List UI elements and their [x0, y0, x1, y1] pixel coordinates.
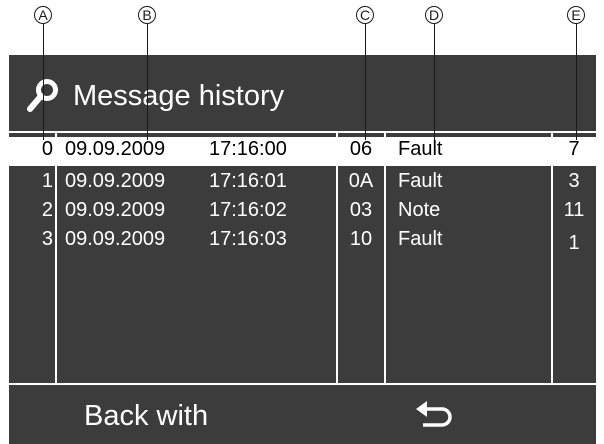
- return-arrow-icon[interactable]: [414, 394, 458, 434]
- row-type: Fault: [398, 170, 443, 192]
- row-time: 17:16:02: [209, 199, 287, 221]
- page-title: Message history: [73, 80, 285, 112]
- row-code: 03: [349, 199, 373, 221]
- device-screen: Message history 0 09.09.2009 17:16:00 06…: [9, 55, 596, 444]
- row-count: 3: [568, 170, 580, 192]
- row-index: 3: [41, 228, 53, 250]
- row-count: 1: [568, 232, 580, 254]
- row-time: 17:16:00: [209, 138, 287, 160]
- row-count: 7: [568, 138, 580, 160]
- row-type: Fault: [398, 228, 443, 250]
- row-type: Note: [398, 199, 441, 221]
- header-divider: [9, 131, 596, 133]
- callout-a: A: [34, 6, 52, 24]
- callout-c-leader: [365, 24, 366, 140]
- row-date: 09.09.2009: [65, 228, 166, 250]
- row-code: 0A: [348, 170, 374, 192]
- callout-e-leader: [576, 24, 577, 140]
- callout-b-leader: [147, 24, 148, 140]
- row-code: 10: [349, 228, 373, 250]
- row-date: 09.09.2009: [65, 170, 166, 192]
- callout-b: B: [138, 6, 156, 24]
- table-row[interactable]: 3 09.09.2009 17:16:03 10 Fault 1: [9, 227, 596, 256]
- row-count: 11: [563, 199, 585, 221]
- table-row[interactable]: 2 09.09.2009 17:16:02 03 Note 11: [9, 198, 596, 227]
- callout-e: E: [567, 6, 585, 24]
- row-date: 09.09.2009: [65, 199, 166, 221]
- footer-label: Back with: [84, 400, 209, 432]
- row-index: 0: [41, 138, 53, 160]
- footer-divider: [9, 383, 596, 385]
- row-code: 06: [349, 138, 373, 160]
- row-date: 09.09.2009: [65, 138, 166, 160]
- table-row[interactable]: 0 09.09.2009 17:16:00 06 Fault 7: [9, 137, 596, 166]
- callout-d-leader: [434, 24, 435, 140]
- callout-d: D: [425, 6, 443, 24]
- screen-header: Message history: [9, 55, 596, 125]
- callout-a-leader: [43, 24, 44, 140]
- row-type: Fault: [398, 138, 443, 160]
- row-time: 17:16:01: [209, 170, 287, 192]
- callout-c: C: [356, 6, 374, 24]
- row-index: 1: [41, 170, 53, 192]
- table-row[interactable]: 1 09.09.2009 17:16:01 0A Fault 3: [9, 169, 596, 198]
- row-index: 2: [41, 199, 53, 221]
- row-time: 17:16:03: [209, 228, 287, 250]
